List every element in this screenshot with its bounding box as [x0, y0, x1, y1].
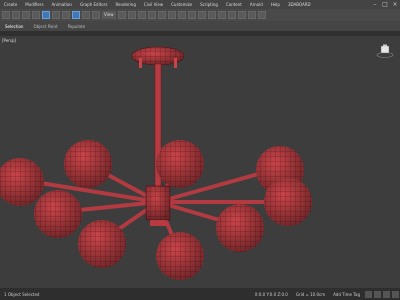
mirror-icon[interactable] [177, 11, 186, 19]
menu-content[interactable]: Content [222, 2, 246, 7]
tab-object-paint[interactable]: Object Paint [28, 24, 62, 29]
menu-animation[interactable]: Animation [48, 2, 76, 7]
align-icon[interactable] [187, 11, 196, 19]
zoom-icon[interactable] [365, 290, 372, 298]
pan-icon[interactable] [374, 290, 381, 298]
minimize-icon[interactable]: – [370, 0, 380, 9]
globe-1 [0, 158, 44, 206]
select-and-move-icon[interactable] [72, 11, 80, 19]
select-by-name-icon[interactable] [52, 11, 60, 19]
perspective-viewport[interactable]: [Persp] [0, 36, 400, 288]
snap-icon[interactable] [127, 11, 136, 19]
globe-6 [34, 190, 82, 238]
named-selection-icon[interactable] [167, 11, 176, 19]
link-icon[interactable] [22, 11, 30, 19]
menu-modifiers[interactable]: Modifiers [21, 2, 47, 7]
add-time-tag[interactable]: Add Time Tag [329, 292, 364, 297]
menu-3daboard[interactable]: 3DABOARD [284, 2, 315, 7]
grid-size: Grid = 10.0cm [295, 291, 326, 297]
main-toolbar: View [0, 9, 400, 21]
tab-populate[interactable]: Populate [63, 24, 90, 29]
globe-5 [264, 178, 312, 226]
globe-3 [156, 140, 204, 188]
coordinate-readout: X:0.0 Y:0.0 Z:0.0 [254, 291, 288, 297]
menu-graph-editors[interactable]: Graph Editors [76, 2, 111, 7]
schematic-icon[interactable] [217, 11, 226, 19]
tab-selection[interactable]: Selection [0, 24, 28, 29]
reference-coord-dropdown[interactable]: View [102, 11, 116, 19]
render-frame-icon[interactable] [247, 11, 256, 19]
redo-icon[interactable] [12, 11, 20, 19]
menu-bar: Create Modifiers Animation Graph Editors… [0, 0, 400, 9]
spinner-snap-icon[interactable] [157, 11, 166, 19]
select-and-scale-icon[interactable] [92, 11, 100, 19]
window-controls: – □ × [370, 0, 400, 9]
angle-snap-icon[interactable] [137, 11, 146, 19]
ribbon-tabs: Selection Object Paint Populate [0, 21, 400, 31]
center-hub [145, 185, 171, 226]
menu-create[interactable]: Create [0, 2, 21, 7]
undo-icon[interactable] [2, 11, 10, 19]
pivot-icon[interactable] [117, 11, 126, 19]
globe-7 [216, 204, 264, 252]
layer-icon[interactable] [197, 11, 206, 19]
globe-2 [64, 140, 112, 188]
menu-civil-view[interactable]: Civil View [140, 2, 167, 7]
maximize-viewport-icon[interactable] [392, 290, 399, 298]
orbit-icon[interactable] [383, 290, 390, 298]
material-editor-icon[interactable] [227, 11, 236, 19]
render-icon[interactable] [257, 11, 266, 19]
unlink-icon[interactable] [32, 11, 40, 19]
menu-scripting[interactable]: Scripting [196, 2, 222, 7]
curve-editor-icon[interactable] [207, 11, 216, 19]
globe-8 [78, 220, 126, 268]
render-setup-icon[interactable] [237, 11, 246, 19]
rect-selection-icon[interactable] [62, 11, 70, 19]
menu-help[interactable]: Help [267, 2, 284, 7]
maximize-icon[interactable]: □ [380, 0, 390, 9]
percent-snap-icon[interactable] [147, 11, 156, 19]
status-bar: 1 Object Selected X:0.0 Y:0.0 Z:0.0 Grid… [0, 288, 400, 300]
chandelier-model[interactable] [0, 36, 400, 288]
globe-9 [156, 232, 204, 280]
menu-arnold[interactable]: Arnold [246, 2, 267, 7]
menu-customize[interactable]: Customize [167, 2, 196, 7]
close-icon[interactable]: × [390, 0, 400, 9]
selection-status: 1 Object Selected [4, 291, 40, 297]
select-object-icon[interactable] [42, 11, 50, 19]
menu-rendering[interactable]: Rendering [111, 2, 139, 7]
select-and-rotate-icon[interactable] [82, 11, 90, 19]
